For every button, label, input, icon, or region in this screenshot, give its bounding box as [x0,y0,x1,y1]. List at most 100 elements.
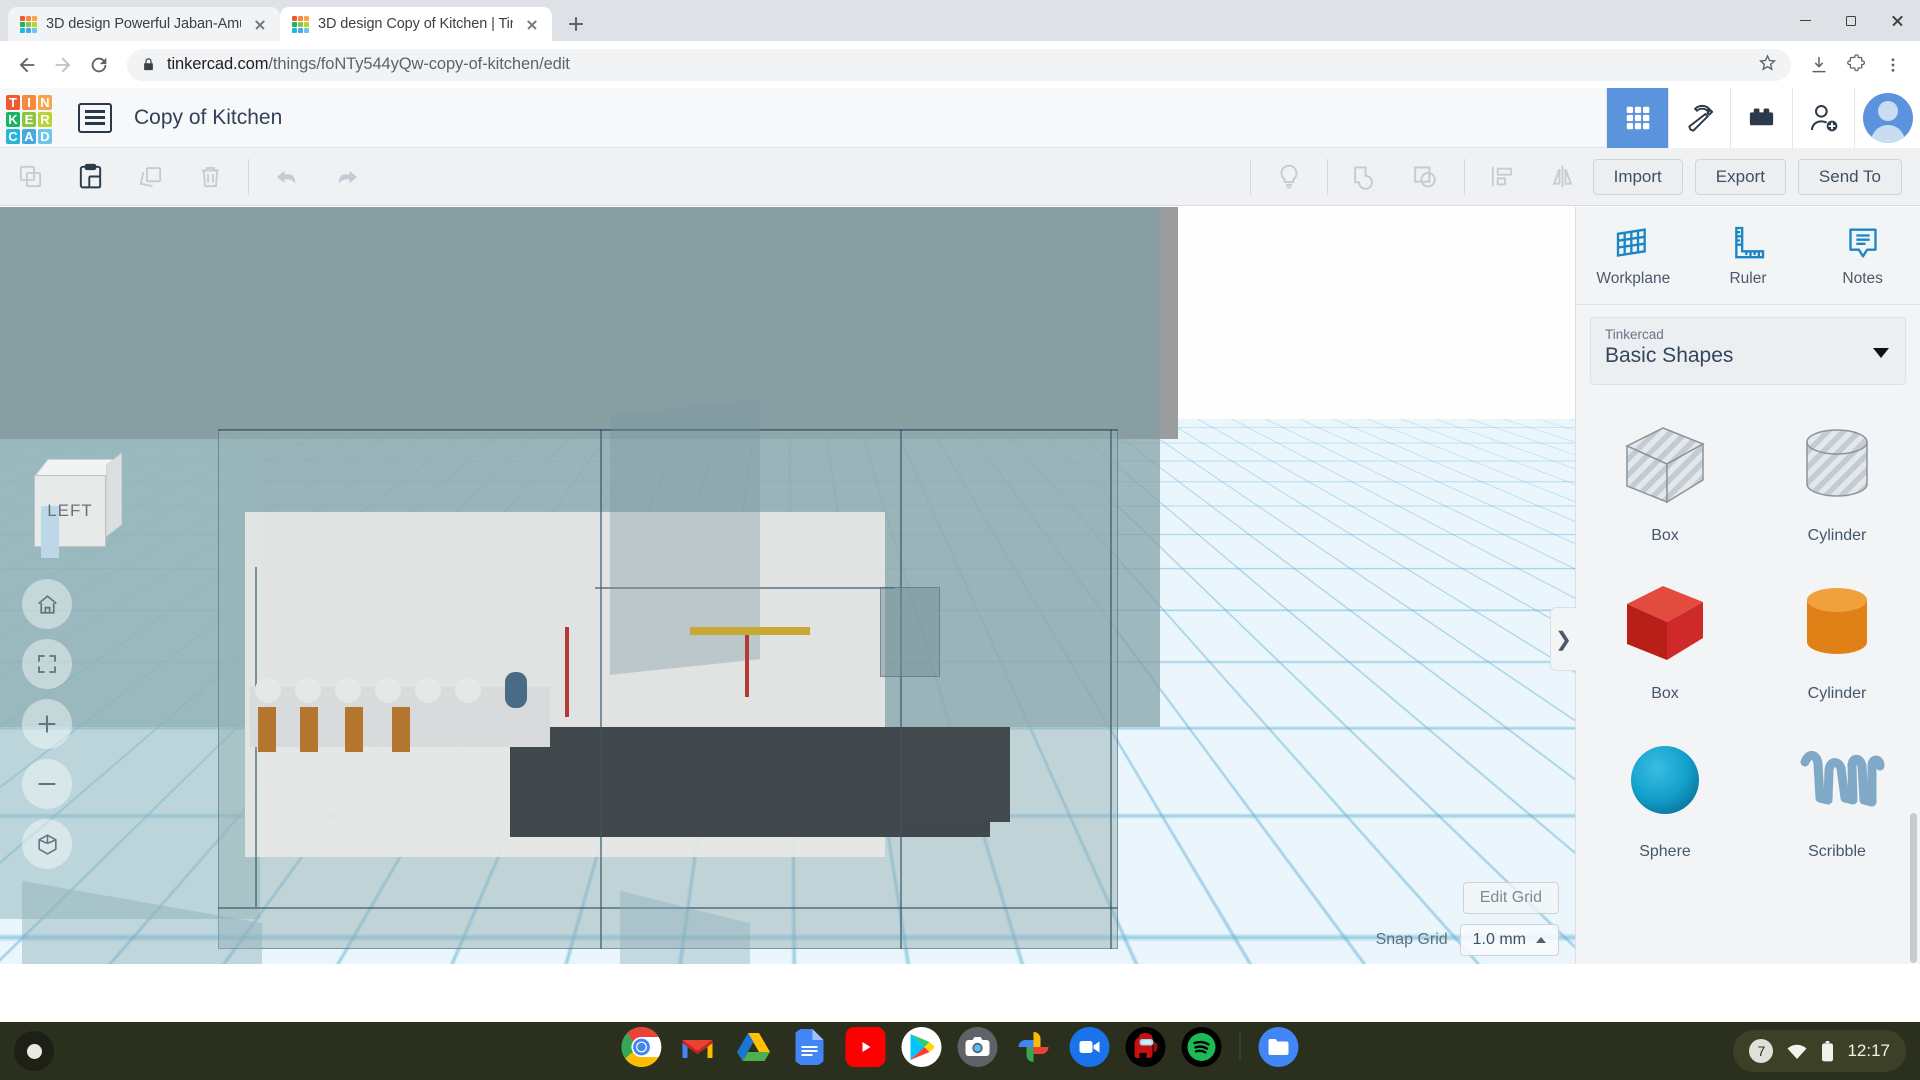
redo-button[interactable] [317,148,377,206]
zoom-in-icon[interactable] [22,699,72,749]
among-us-icon[interactable] [1125,1027,1166,1067]
browser-tab-2-title: 3D design Copy of Kitchen | Tink [318,16,513,32]
browser-tab-1-title: 3D design Powerful Jaban-Amur [46,16,241,32]
model-pole [565,627,569,717]
logo-cell: I [22,94,36,110]
browser-tab-2[interactable]: 3D design Copy of Kitchen | Tink [280,7,552,41]
logo-cell: A [22,128,36,144]
shape-item-box-hole[interactable]: Box [1588,409,1742,545]
shape-list[interactable]: Box Cylinder Box Cylinder Sphere Scribbl… [1576,395,1920,964]
address-bar-url: tinkercad.com/things/foNTy544yQw-copy-of… [167,55,570,73]
tinkercad-favicon-icon [20,15,37,33]
paste-button[interactable] [60,148,120,206]
reload-icon[interactable] [82,48,116,82]
shape-item-cylinder-solid[interactable]: Cylinder [1760,567,1914,703]
lego-brick-icon[interactable] [1730,87,1792,148]
browser-more-menu-icon[interactable] [1876,48,1910,82]
shape-item-scribble[interactable]: Scribble [1760,725,1914,861]
logo-cell: N [38,94,52,110]
launcher-icon[interactable] [14,1031,54,1071]
home-view-icon[interactable] [22,579,72,629]
zoom-out-icon[interactable] [22,759,72,809]
copy-button[interactable] [0,148,60,206]
shape-item-cylinder-hole[interactable]: Cylinder [1760,409,1914,545]
viewport-nav-controls [22,579,72,869]
shape-label: Cylinder [1807,685,1867,702]
3d-viewport[interactable]: LEFT Edit Grid Snap Grid 1.0 mm [0,207,1575,964]
light-button[interactable] [1259,148,1319,206]
perspective-toggle-icon[interactable] [22,819,72,869]
edit-grid-button[interactable]: Edit Grid [1462,882,1559,914]
send-to-button[interactable]: Send To [1797,158,1902,195]
panel-collapse-button[interactable]: ❯ [1550,607,1576,671]
blocks-grid-icon[interactable] [1606,87,1668,148]
align-button[interactable] [1473,148,1533,206]
browser-tab-1[interactable]: 3D design Powerful Jaban-Amur [8,7,280,41]
window-close-button[interactable] [1874,0,1920,41]
window-maximize-button[interactable] [1828,0,1874,41]
youtube-icon[interactable] [845,1027,886,1067]
forward-arrow-icon[interactable] [46,48,80,82]
export-button[interactable]: Export [1694,158,1786,195]
library-owner: Tinkercad [1605,327,1664,342]
google-photos-icon[interactable] [1014,1027,1054,1067]
view-cube[interactable]: LEFT [28,452,122,558]
model-mullion [1110,429,1112,949]
window-controls [1782,0,1920,41]
window-minimize-button[interactable] [1782,0,1828,41]
new-tab-button[interactable] [562,10,590,38]
tinkercad-body: LEFT Edit Grid Snap Grid 1.0 mm ❯ Workpl… [0,207,1920,964]
ruler-icon [1735,226,1765,259]
shape-item-box-solid[interactable]: Box [1588,567,1742,703]
clock: 12:17 [1847,1041,1890,1060]
files-icon[interactable] [1258,1027,1299,1067]
gmail-icon[interactable] [678,1027,718,1067]
battery-icon [1822,1040,1834,1061]
chevron-up-icon [1536,937,1546,943]
spotify-icon[interactable] [1181,1027,1222,1067]
google-docs-icon[interactable] [790,1027,830,1067]
shape-item-sphere[interactable]: Sphere [1588,725,1742,861]
scribble-icon [1777,725,1897,835]
shape-library-select[interactable]: Tinkercad Basic Shapes [1590,317,1906,385]
notes-tool[interactable]: Notes [1818,223,1908,288]
ungroup-button[interactable] [1396,148,1456,206]
model-chair [345,707,363,752]
address-bar[interactable]: tinkercad.com/things/foNTy544yQw-copy-of… [127,48,1791,81]
model-rail [690,627,810,635]
tinkercad-logo[interactable]: T I N K E R C A D [6,94,52,144]
back-arrow-icon[interactable] [10,48,44,82]
avatar[interactable] [1854,87,1920,148]
extensions-icon[interactable] [1839,48,1873,82]
workplane-icon [1617,228,1647,257]
project-list-menu-icon[interactable] [78,102,112,133]
duplicate-button[interactable] [120,148,180,206]
undo-button[interactable] [257,148,317,206]
model-figure [505,672,527,708]
mirror-button[interactable] [1533,148,1593,206]
ruler-tool-label: Ruler [1729,270,1767,287]
panel-scrollbar[interactable] [1910,813,1917,963]
downloads-icon[interactable] [1802,48,1836,82]
camera-icon[interactable] [957,1027,998,1067]
import-button[interactable]: Import [1592,158,1683,195]
google-drive-icon[interactable] [734,1027,774,1067]
ruler-tool[interactable]: Ruler [1703,223,1793,288]
tab-close-icon[interactable] [250,14,270,34]
play-store-icon[interactable] [901,1027,942,1067]
chrome-icon[interactable] [621,1027,662,1067]
bookmark-star-icon[interactable] [1758,53,1777,77]
snap-grid-select[interactable]: 1.0 mm [1459,924,1559,956]
group-button[interactable] [1336,148,1396,206]
system-tray[interactable]: 7 12:17 [1733,1030,1906,1072]
invite-people-icon[interactable] [1792,87,1854,148]
fit-to-view-icon[interactable] [22,639,72,689]
delete-button[interactable] [180,148,240,206]
panel-tools: Workplane Ruler Notes [1576,207,1920,305]
google-meet-icon[interactable] [1069,1027,1110,1067]
minecraft-pickaxe-icon[interactable] [1668,87,1730,148]
workplane-tool[interactable]: Workplane [1588,223,1678,288]
tab-close-icon[interactable] [522,14,542,34]
tinkercad-favicon-icon [292,15,309,33]
chevron-down-icon [1873,348,1889,358]
